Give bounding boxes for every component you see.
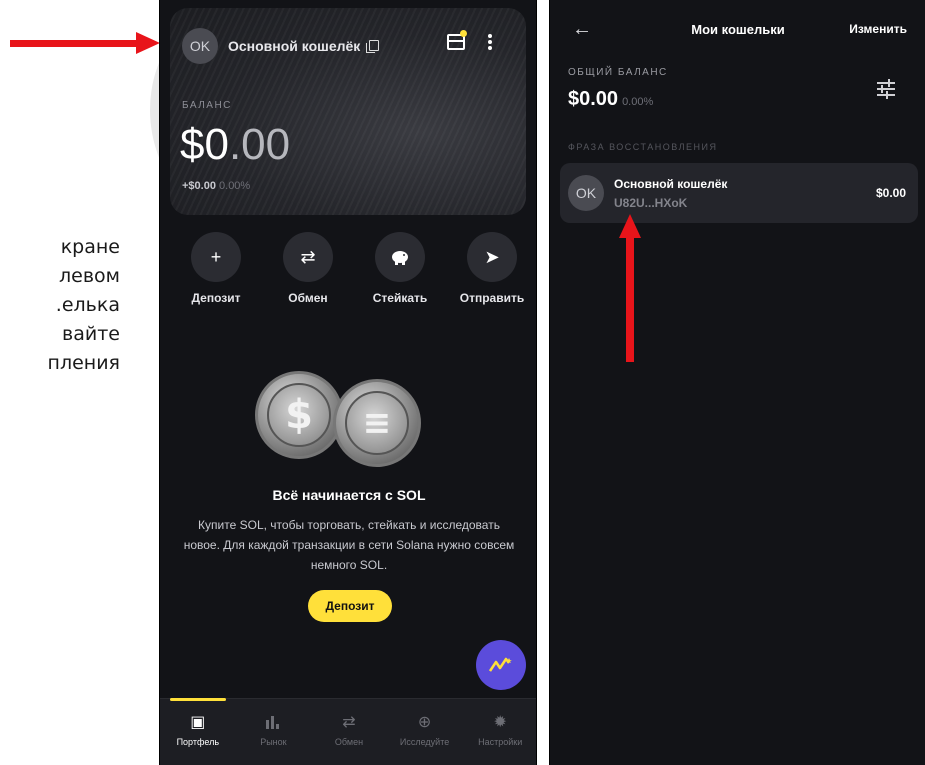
balance-label: БАЛАНС	[182, 100, 232, 111]
recovery-phrase-section-label: ФРАЗА ВОССТАНОВЛЕНИЯ	[568, 142, 718, 152]
portfolio-screen: OK Основной кошелёк БАЛАНС $0.00 +$0.00 …	[159, 0, 537, 765]
tab-label: Портфель	[176, 737, 220, 747]
notification-dot	[460, 30, 467, 37]
total-balance-label: ОБЩИЙ БАЛАНС	[568, 67, 668, 78]
wallet-balance: $0.00	[875, 186, 906, 200]
change-value: +$0.00	[182, 180, 216, 192]
balance-amount: $0.00	[180, 120, 290, 170]
total-balance-percent: 0.00%	[622, 96, 654, 108]
gear-icon: ✹	[493, 714, 507, 731]
globe-icon: ⊕	[417, 714, 432, 731]
wallet-avatar: OK	[182, 28, 218, 64]
side-text-line-2: левом	[59, 265, 120, 287]
swap-button[interactable]: ⇄ Обмен	[266, 232, 350, 305]
stake-label: Стейкать	[372, 291, 428, 305]
promo-text: Купите SOL, чтобы торговать, стейкать и …	[183, 518, 515, 572]
side-text-line-5: пления	[47, 352, 120, 374]
wallet-selector[interactable]: OK Основной кошелёк	[182, 28, 380, 64]
balance-cents: .00	[228, 120, 291, 169]
tab-explore[interactable]: ⊕ Исследуйте	[387, 699, 463, 765]
sliders-icon[interactable]	[877, 79, 895, 99]
activity-fab-icon[interactable]	[476, 640, 526, 690]
wallet-list-item[interactable]: OK Основной кошелёк U82U...HXoK $0.00	[560, 163, 918, 223]
tab-settings[interactable]: ✹ Настройки	[462, 699, 536, 765]
my-wallets-screen: ← Мои кошельки Изменить ОБЩИЙ БАЛАНС $0.…	[549, 0, 925, 765]
send-icon: ➤	[467, 232, 517, 282]
tab-label: Обмен	[334, 737, 364, 747]
deposit-label: Депозит	[191, 291, 241, 305]
wallet-name: Основной кошелёк	[228, 38, 361, 54]
side-text-line-1: кране	[60, 236, 120, 258]
annotation-arrow-up	[619, 214, 641, 364]
balance-whole: $0	[180, 120, 229, 169]
solana-coin-icon: ≡	[333, 379, 421, 467]
wallet-address: U82U...HXoK	[614, 196, 688, 210]
side-instruction-text: кране левом елька. вайте пления	[0, 233, 120, 378]
tab-label: Настройки	[478, 737, 523, 747]
balance-change: +$0.00 0.00%	[182, 180, 250, 192]
tab-market[interactable]: Рынок	[236, 699, 312, 765]
wallet-avatar: OK	[568, 175, 604, 211]
swap-label: Обмен	[288, 291, 328, 305]
portfolio-icon: ▣	[190, 714, 206, 731]
tab-label: Исследуйте	[399, 737, 450, 747]
copy-icon[interactable]	[366, 40, 380, 53]
annotation-arrow-right	[10, 32, 160, 54]
swap-icon: ⇄	[342, 714, 356, 731]
more-options-icon[interactable]	[488, 34, 492, 50]
deposit-button[interactable]: + Депозит	[174, 232, 258, 305]
total-balance-value: $0.00	[568, 88, 619, 110]
quick-actions: + Депозит ⇄ Обмен Стейкать ➤ Отправить	[174, 232, 534, 305]
market-chart-icon	[263, 713, 283, 731]
promo-deposit-button[interactable]: Депозит	[308, 590, 392, 622]
side-text-line-3: елька.	[55, 294, 120, 316]
piggy-bank-icon	[375, 232, 425, 282]
sol-coins-illustration: $ ≡	[255, 365, 445, 475]
send-button[interactable]: ➤ Отправить	[450, 232, 534, 305]
stake-button[interactable]: Стейкать	[358, 232, 442, 305]
swap-icon: ⇄	[283, 232, 333, 282]
total-balance: $0.00 0.00%	[568, 88, 653, 111]
dollar-coin-icon: $	[255, 371, 343, 459]
promo-title: Всё начинается с SOL	[272, 487, 426, 503]
tab-label: Рынок	[260, 737, 287, 747]
bottom-tab-bar: ▣ Портфель Рынок ⇄ Обмен ⊕ Исследуйте ✹ …	[160, 698, 536, 765]
wallet-card: OK Основной кошелёк БАЛАНС $0.00 +$0.00 …	[170, 8, 526, 215]
plus-icon: +	[191, 232, 241, 282]
change-percent: 0.00%	[219, 180, 251, 192]
edit-button[interactable]: Изменить	[849, 22, 907, 36]
tab-portfolio[interactable]: ▣ Портфель	[160, 698, 236, 765]
tab-swap[interactable]: ⇄ Обмен	[311, 699, 387, 765]
wallet-name: Основной кошелёк	[614, 177, 728, 191]
send-label: Отправить	[459, 291, 525, 305]
side-text-line-4: вайте	[62, 323, 120, 345]
